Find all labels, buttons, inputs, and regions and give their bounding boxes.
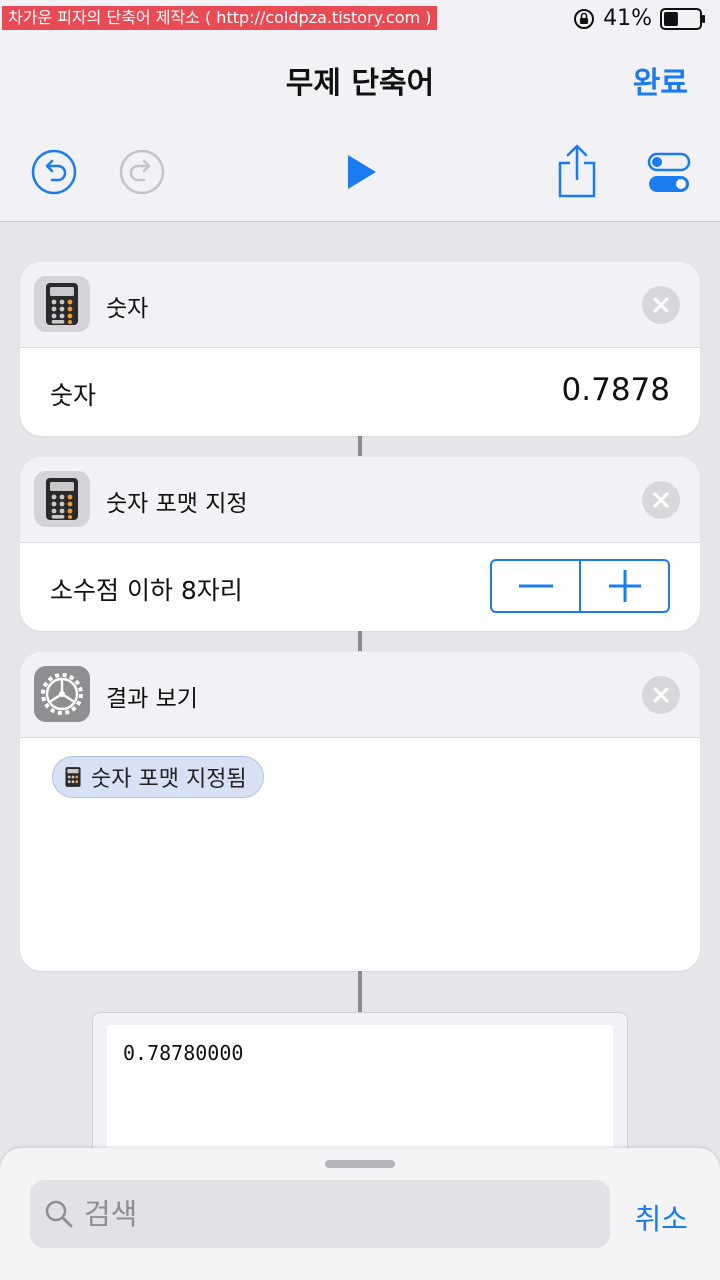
rotation-lock-icon: [574, 8, 595, 29]
action-icon-box: [34, 666, 90, 722]
search-input[interactable]: [84, 1180, 594, 1248]
action-connector: [358, 436, 362, 456]
action-card-format-number[interactable]: 숫자 포맷 지정 소수점 이하 8자리: [20, 457, 700, 631]
cancel-button[interactable]: 취소: [635, 1196, 688, 1238]
action-connector: [358, 631, 362, 651]
variable-token[interactable]: 숫자 포맷 지정됨: [52, 756, 264, 798]
result-input-area[interactable]: 숫자 포맷 지정됨: [20, 738, 700, 970]
decimal-places-stepper[interactable]: [490, 559, 670, 613]
remove-action-button[interactable]: [642, 286, 680, 324]
status-bar: 차가운 피자의 단축어 제작소 ( http://coldpza.tistory…: [0, 0, 720, 40]
output-text: 0.78780000: [123, 1041, 244, 1065]
minus-icon: [518, 584, 553, 588]
calculator-icon: [46, 478, 78, 520]
sheet-grabber[interactable]: [325, 1160, 395, 1168]
action-title: 숫자 포맷 지정: [106, 491, 248, 517]
play-icon: [348, 155, 376, 189]
share-icon: [558, 144, 596, 198]
done-button[interactable]: 완료: [633, 58, 688, 102]
plus-icon: [608, 570, 641, 602]
action-title: 숫자: [106, 296, 149, 322]
share-button[interactable]: [552, 142, 602, 200]
action-header: 숫자 포맷 지정: [20, 457, 700, 543]
editor-toolbar: [0, 120, 720, 222]
action-title: 결과 보기: [106, 686, 198, 712]
decrement-button[interactable]: [492, 561, 579, 611]
watermark-label: 차가운 피자의 단축어 제작소 ( http://coldpza.tistory…: [2, 6, 438, 30]
decimal-places-label: 소수점 이하 8자리: [50, 576, 243, 605]
action-icon-box: [34, 276, 90, 332]
gear-icon: [41, 673, 83, 715]
play-button[interactable]: [336, 150, 384, 194]
close-icon: [653, 492, 669, 508]
action-icon-box: [34, 471, 90, 527]
calculator-icon: [46, 283, 78, 325]
decimal-places-row: 소수점 이하 8자리: [20, 543, 700, 631]
increment-button[interactable]: [581, 561, 668, 611]
token-label: 숫자 포맷 지정됨: [91, 767, 247, 792]
number-value-field[interactable]: 0.7878: [562, 372, 670, 408]
action-card-number[interactable]: 숫자 숫자 0.7878: [20, 262, 700, 436]
status-indicators: 41%: [573, 6, 706, 31]
close-icon: [653, 297, 669, 313]
action-search-sheet: 취소: [0, 1148, 720, 1280]
navigation-bar: 무제 단축어 완료: [0, 40, 720, 120]
battery-icon: [660, 7, 705, 30]
page-title: 무제 단축어: [285, 66, 435, 101]
battery-percent: 41%: [603, 6, 652, 31]
undo-icon: [31, 149, 77, 195]
settings-toggle-icon: [647, 152, 691, 192]
calculator-icon: [65, 767, 81, 787]
action-card-show-result[interactable]: 결과 보기 숫자 포맷 지정됨: [20, 652, 700, 971]
remove-action-button[interactable]: [642, 676, 680, 714]
remove-action-button[interactable]: [642, 481, 680, 519]
undo-button[interactable]: [30, 148, 78, 196]
action-connector: [358, 971, 362, 1012]
number-row[interactable]: 숫자 0.7878: [20, 348, 700, 436]
settings-toggle-button[interactable]: [646, 150, 692, 196]
redo-icon: [119, 149, 165, 195]
number-label: 숫자: [50, 381, 97, 410]
action-header: 결과 보기: [20, 652, 700, 738]
search-field[interactable]: [30, 1180, 610, 1248]
search-icon: [45, 1200, 73, 1228]
redo-button[interactable]: [118, 148, 166, 196]
action-header: 숫자: [20, 262, 700, 348]
close-icon: [653, 687, 669, 703]
